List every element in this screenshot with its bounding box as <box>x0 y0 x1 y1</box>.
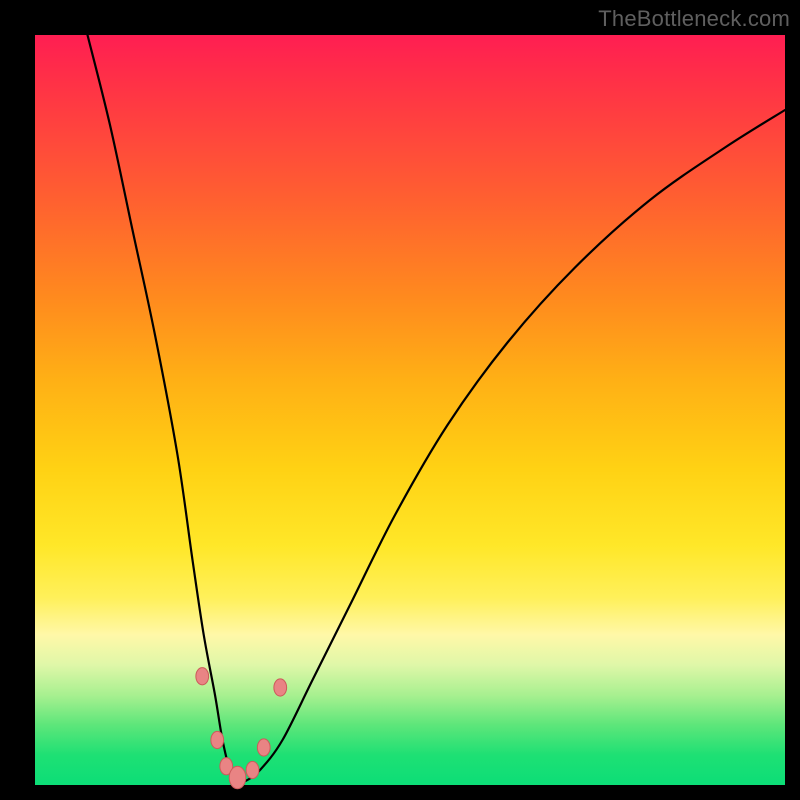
curve-marker <box>211 731 224 748</box>
curve-marker <box>274 679 287 696</box>
watermark-text: TheBottleneck.com <box>598 6 790 32</box>
curve-marker <box>196 668 209 685</box>
bottleneck-curve <box>88 35 786 783</box>
curve-markers <box>196 668 287 789</box>
curve-marker <box>246 761 259 778</box>
chart-frame: TheBottleneck.com <box>0 0 800 800</box>
curve-marker <box>229 766 246 788</box>
plot-area <box>35 35 785 785</box>
curve-marker <box>257 739 270 756</box>
curve-layer <box>35 35 785 785</box>
